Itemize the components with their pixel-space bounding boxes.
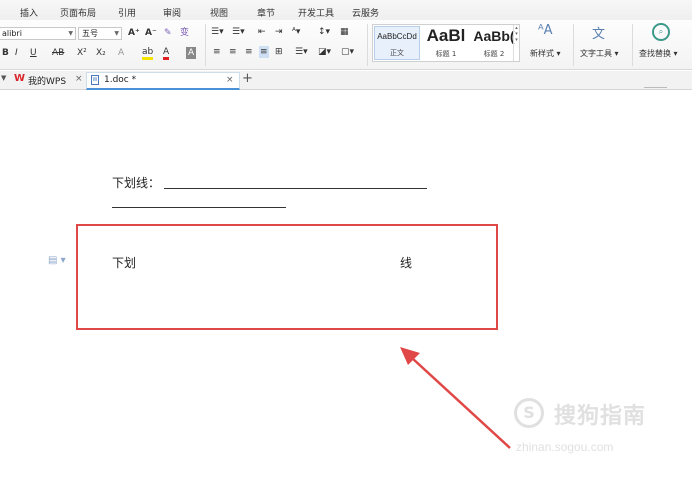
watermark-url: zhinan.sogou.com (516, 440, 614, 454)
arrow-shaft (411, 357, 511, 449)
sogou-logo-icon: S (514, 398, 544, 428)
sogou-watermark: S 搜狗指南 zhinan.sogou.com (512, 392, 682, 462)
watermark-brand: 搜狗指南 (554, 404, 647, 429)
